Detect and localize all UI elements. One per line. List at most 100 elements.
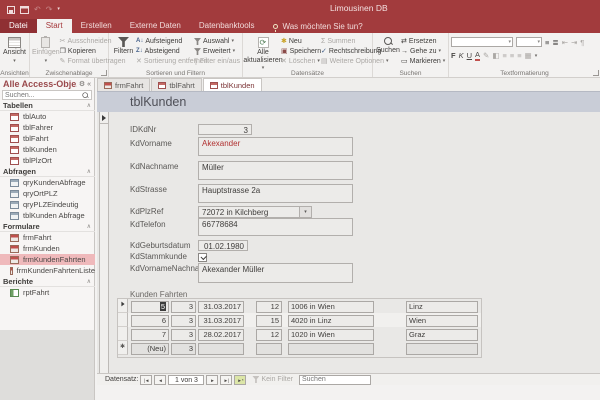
cell-id[interactable]: (Neu)	[131, 343, 169, 355]
nav-search-input[interactable]	[3, 91, 81, 99]
filtern-button[interactable]: Filtern	[111, 35, 136, 56]
rtl-icon[interactable]: ¶	[580, 38, 584, 47]
sidebar-item-frmfahrt[interactable]: frmFahrt	[0, 232, 95, 243]
filter-status[interactable]: Kein Filter	[252, 376, 293, 383]
sidebar-item-tblplzort[interactable]: tblPlzOrt	[0, 155, 95, 166]
summen-button[interactable]: Σ Summen	[321, 37, 371, 46]
cell-kdref[interactable]: 3	[171, 315, 196, 327]
sidebar-item-tblkunden[interactable]: tblKunden	[0, 144, 95, 155]
record-search-input[interactable]	[299, 375, 366, 383]
cell-start[interactable]	[288, 343, 374, 355]
markieren-button[interactable]: ▭ Markieren ▾	[401, 57, 445, 66]
einfuegen-button[interactable]: Einfügen ▾	[32, 35, 60, 64]
datasheet-view-icon[interactable]	[20, 5, 29, 14]
sidebar-item-tblauto[interactable]: tblAuto	[0, 111, 95, 122]
italic-button[interactable]: K	[459, 51, 464, 60]
record-search-box[interactable]	[298, 374, 371, 385]
doc-tab-tblkunden[interactable]: tblKunden	[202, 78, 262, 91]
section-abfragen[interactable]: Abfragen ∧	[0, 166, 95, 177]
cell-ziel[interactable]: Graz	[406, 329, 478, 341]
sortierung-entfernen-button[interactable]: ✕ Sortierung entfernen	[136, 57, 208, 66]
dialog-launcher-icon[interactable]	[593, 70, 599, 76]
doc-tab-frmfahrt[interactable]: frmFahrt	[97, 78, 151, 91]
alle-aktualisieren-button[interactable]: Alle aktualisieren ▾	[243, 35, 283, 71]
tab-datei[interactable]: Datei	[0, 19, 37, 33]
cell-ziel[interactable]: Linz	[406, 301, 478, 313]
tab-externe-daten[interactable]: Externe Daten	[121, 19, 190, 33]
highlight-button[interactable]: ✎	[483, 51, 489, 60]
field-idkdnr[interactable]: 3	[198, 124, 252, 135]
sidebar-item-qryortplz[interactable]: qryOrtPLZ	[0, 188, 95, 199]
aufsteigend-button[interactable]: A↓ Aufsteigend	[136, 37, 194, 46]
tab-datenbanktools[interactable]: Datenbanktools	[190, 19, 264, 33]
cell-datum[interactable]	[198, 343, 244, 355]
sidebar-item-rptfahrt[interactable]: rptFahrt	[0, 287, 95, 298]
previous-record-button[interactable]: ◄	[154, 374, 167, 385]
cell-ziel[interactable]: Wien	[406, 315, 478, 327]
gehe-zu-button[interactable]: → Gehe zu ▾	[401, 47, 445, 56]
bullets-icon[interactable]: ≡	[545, 38, 549, 47]
cell-kdref[interactable]: 3	[171, 343, 196, 355]
align-center-icon[interactable]: ≡	[510, 51, 514, 60]
increase-indent-icon[interactable]: ⇥	[571, 38, 577, 47]
gear-icon[interactable]: ⚙	[79, 80, 85, 88]
cell-start[interactable]: 1020 in Wien	[288, 329, 374, 341]
save-icon[interactable]	[7, 5, 15, 14]
combo-dropdown-button[interactable]: ▾	[299, 207, 311, 217]
sidebar-item-qryplzeindeutig[interactable]: qryPLZEindeutig	[0, 199, 95, 210]
font-size-combo[interactable]	[516, 37, 542, 47]
weitere-optionen-button[interactable]: ▤ Weitere Optionen ▾	[321, 57, 389, 66]
rechtschreibung-button[interactable]: ✓ Rechtschreibung	[321, 47, 381, 56]
ansicht-button[interactable]: Ansicht ▾	[2, 35, 27, 64]
new-record-button[interactable]: ►*	[234, 374, 247, 385]
cell-zeit[interactable]: 15	[256, 315, 282, 327]
field-kdvorname[interactable]: Akexander	[198, 137, 353, 156]
next-record-button[interactable]: ►	[206, 374, 219, 385]
section-berichte[interactable]: Berichte ∧	[0, 276, 95, 287]
cell-start[interactable]: 4020 in Linz	[288, 315, 374, 327]
font-name-combo[interactable]	[451, 37, 513, 47]
redo-icon[interactable]: ↷	[46, 5, 53, 14]
cell-id[interactable]: 7	[131, 329, 169, 341]
last-record-button[interactable]: ►|	[220, 374, 233, 385]
dialog-launcher-icon[interactable]	[101, 70, 107, 76]
auswahl-button[interactable]: Auswahl ▾	[194, 37, 240, 46]
filter-einaus-button[interactable]: Filter ein/aus	[194, 57, 240, 66]
section-tabellen[interactable]: Tabellen ∧	[0, 100, 95, 111]
cell-datum[interactable]: 28.02.2017	[198, 329, 244, 341]
background-color-button[interactable]: ◧	[492, 51, 499, 60]
tab-start[interactable]: Start	[36, 19, 72, 33]
erweitert-button[interactable]: Erweitert ▾	[194, 47, 240, 56]
cell-zeit[interactable]: 12	[256, 301, 282, 313]
qat-customize-icon[interactable]: ▾	[57, 7, 60, 12]
cell-zeit[interactable]	[256, 343, 282, 355]
bold-button[interactable]: F	[451, 51, 456, 60]
cell-ziel[interactable]	[406, 343, 478, 355]
sidebar-item-frmkunden[interactable]: frmKunden	[0, 243, 95, 254]
sidebar-item-tblfahrer[interactable]: tblFahrer	[0, 122, 95, 133]
field-kdplzref-combo[interactable]: 72072 in Kilchberg ▾	[198, 206, 312, 218]
undo-icon[interactable]: ↶	[34, 5, 41, 14]
nav-search-box[interactable]	[2, 90, 92, 100]
sidebar-item-frmkundenfahrtenliste[interactable]: frmKundenFahrtenListe	[0, 265, 95, 276]
numbering-icon[interactable]: ≣	[552, 38, 558, 47]
field-kdnachname[interactable]: Müller	[198, 161, 353, 180]
field-kdstrasse[interactable]: Hauptstrasse 2a	[198, 184, 353, 203]
cell-zeit[interactable]: 12	[256, 329, 282, 341]
field-kdstammkunde-checkbox[interactable]	[198, 253, 207, 262]
doc-tab-tblfahrt[interactable]: tblFahrt	[151, 78, 202, 91]
absteigend-button[interactable]: Z↓ Absteigend	[136, 47, 194, 56]
cell-start[interactable]: 1006 in Wien	[288, 301, 374, 313]
neu-button[interactable]: ✱ Neu	[281, 37, 321, 46]
sidebar-item-tblkunden-abfrage[interactable]: tblKunden Abfrage	[0, 210, 95, 221]
align-right-icon[interactable]: ≡	[517, 51, 521, 60]
align-left-icon[interactable]: ≡	[502, 51, 506, 60]
sidebar-item-tblfahrt[interactable]: tblFahrt	[0, 133, 95, 144]
cell-id[interactable]: 6	[131, 315, 169, 327]
cell-datum[interactable]: 31.03.2017	[198, 315, 244, 327]
ersetzen-button[interactable]: ⇄ Ersetzen	[401, 37, 445, 46]
cell-kdref[interactable]: 3	[171, 329, 196, 341]
tell-me-box[interactable]: Was möchten Sie tun?	[263, 19, 363, 33]
first-record-button[interactable]: |◄	[140, 374, 153, 385]
loeschen-button[interactable]: ✕ Löschen ▾	[281, 57, 321, 66]
